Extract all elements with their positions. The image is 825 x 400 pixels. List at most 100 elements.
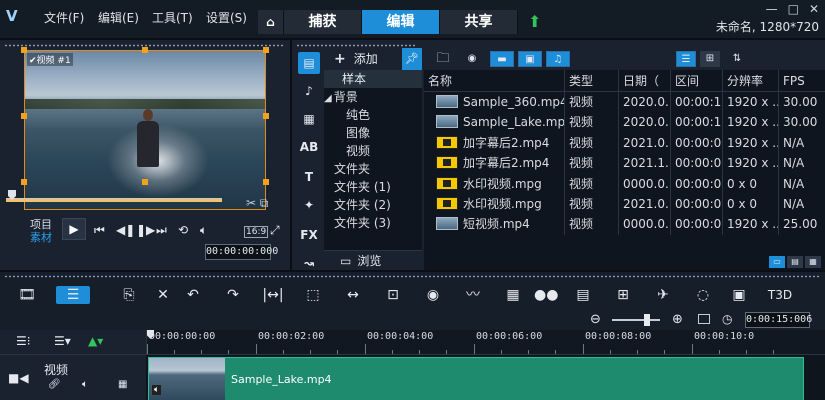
resize-handle-bc[interactable] [142, 179, 148, 185]
smart-fit-icon[interactable]: ⊡ [382, 286, 404, 304]
title-icon[interactable]: T [298, 166, 320, 188]
cue-marker-icon[interactable]: ▲▾ [88, 334, 103, 348]
resize-handle-tr[interactable] [263, 47, 269, 53]
multi-camera-icon[interactable]: ⊞ [612, 286, 634, 304]
tree-item-folder-3[interactable]: 文件夹 (3) [324, 214, 422, 232]
speed-icon[interactable]: ✈ [652, 286, 674, 304]
toolbar-grip[interactable] [4, 275, 820, 278]
library-grip[interactable] [296, 44, 416, 47]
menu-tools[interactable]: 工具(T) [152, 9, 193, 26]
track-area[interactable]: 🔈︎ Sample_Lake.mp4 [146, 355, 825, 400]
preview-scrubber[interactable] [6, 190, 222, 202]
zoom-in-icon[interactable]: ⊕ [672, 312, 683, 327]
mode-project[interactable]: 项目 [30, 218, 52, 231]
play-button[interactable]: ▶ [62, 218, 86, 240]
tools-icon[interactable]: ✕ [152, 286, 174, 304]
tree-item-folder[interactable]: 文件夹 [324, 160, 422, 178]
view-large-icon[interactable]: ▭ [769, 256, 785, 268]
split-scissors-icon[interactable]: ✂ ⧉ [246, 196, 268, 211]
col-fps[interactable]: FPS [778, 70, 825, 91]
preview-frame[interactable]: ✔视频 #1 [24, 50, 266, 210]
list-item[interactable]: 加字幕后2.mp4 视频2021.1...00:00:0...1920 x ...… [424, 153, 825, 174]
stop-motion-icon[interactable]: ▣ [728, 286, 750, 304]
home-icon[interactable]: ⌂ [258, 10, 284, 34]
undo-icon[interactable]: ↶ [182, 286, 204, 304]
project-duration[interactable]: 0:00:15:006 [745, 312, 812, 328]
redo-icon[interactable]: ↷ [222, 286, 244, 304]
resize-handle-tl[interactable] [21, 47, 27, 53]
tree-item-folder-2[interactable]: 文件夹 (2) [324, 196, 422, 214]
time-remap-icon[interactable]: ◌ [692, 286, 714, 304]
import-folder-icon[interactable]: 🗀︎ [434, 51, 452, 67]
transition-icon[interactable]: ▦ [298, 108, 320, 130]
tab-capture[interactable]: 捕获 [284, 10, 362, 34]
sort-icon[interactable]: ⇅ [728, 51, 746, 67]
zoom-slider[interactable] [612, 319, 660, 321]
instant-project-icon[interactable]: ♪ [298, 80, 320, 102]
preview-timecode[interactable]: 00:00:00:000 [205, 244, 278, 260]
list-item[interactable]: Sample_360.mp4视频2020.0...00:00:1...1920 … [424, 92, 825, 113]
zoom-slider-knob[interactable] [644, 314, 650, 326]
overlay-icon[interactable]: AB [298, 136, 320, 158]
thumbnail-view-icon[interactable]: ⊞ [700, 51, 720, 67]
resize-handle-br[interactable] [263, 179, 269, 185]
col-date[interactable]: 日期（ [618, 70, 670, 91]
tree-item-samples[interactable]: ▴样本 [324, 70, 422, 88]
menu-edit[interactable]: 编辑(E) [98, 9, 139, 26]
link-icon[interactable]: 🔗︎ [48, 379, 61, 390]
add-chapter-icon[interactable]: ☰▾ [54, 334, 71, 348]
resize-handle-ml[interactable] [21, 113, 27, 119]
repeat-icon[interactable]: ⟲ [178, 223, 188, 237]
fx-icon[interactable]: FX [298, 224, 320, 246]
show-video-icon[interactable]: ▬ [490, 51, 514, 67]
3d-title-icon[interactable]: T3D [766, 286, 794, 304]
smart-package-icon[interactable]: ⎘ [118, 286, 140, 304]
storyboard-view-icon[interactable]: 🎞︎ [16, 286, 38, 304]
next-frame-icon[interactable]: ❚▶ [136, 223, 155, 237]
menu-settings[interactable]: 设置(S) [206, 9, 247, 26]
fit-timeline-icon[interactable]: |↔| [262, 286, 284, 304]
audio-mixer-icon[interactable]: 〰 [462, 286, 484, 304]
end-icon[interactable]: ⏭ [156, 223, 167, 238]
zoom-out-icon[interactable]: ⊖ [590, 312, 601, 327]
list-item[interactable]: 水印视频.mpg 视频2021.0...00:00:0...0 x 0N/A [424, 193, 825, 215]
show-photo-icon[interactable]: ▣ [518, 51, 542, 67]
tab-edit[interactable]: 编辑 [362, 10, 440, 34]
fit-project-icon[interactable] [698, 314, 710, 324]
motion-tracking-icon[interactable]: ▦ [502, 286, 524, 304]
aspect-ratio-badge[interactable]: 16:9 [244, 226, 269, 238]
upload-arrow-icon[interactable]: ⬆ [528, 12, 544, 31]
track-manager-icon[interactable]: ☰⁝ [16, 334, 31, 348]
tree-item-backgrounds[interactable]: ◢ 背景 [324, 88, 422, 106]
list-view-icon[interactable]: ☰ [676, 51, 696, 67]
ripple-edit-icon[interactable]: ↔ [342, 286, 364, 304]
close-icon[interactable]: ✕ [809, 2, 819, 16]
col-name[interactable]: 名称 [424, 70, 564, 91]
zoom-fit-icon[interactable]: ⬚ [302, 286, 324, 304]
record-capture-icon[interactable]: ◉ [464, 51, 480, 67]
add-folder-button[interactable]: + 添加 📌︎ [324, 48, 422, 70]
list-item[interactable]: 水印视频.mpg 视频0000.0...00:00:0...0 x 0N/A [424, 173, 825, 194]
grid-icon[interactable]: ▦ [118, 379, 127, 390]
home-start-icon[interactable]: ⏮ [94, 223, 105, 238]
volume-icon[interactable]: 🔈︎ [200, 223, 207, 238]
record-voiceover-icon[interactable]: ◉ [422, 286, 444, 304]
browse-button[interactable]: ▭ 浏览 [324, 250, 422, 270]
tree-item-folder-1[interactable]: 文件夹 (1) [324, 178, 422, 196]
graphics-icon[interactable]: ✦ [298, 194, 320, 216]
list-item[interactable]: Sample_Lake.mp4视频2020.0...00:00:1...1920… [424, 112, 825, 133]
subtitle-editor-icon[interactable]: ▤ [572, 286, 594, 304]
prev-frame-icon[interactable]: ◀❚ [116, 223, 135, 237]
play-mode[interactable]: 项目 素材 [30, 218, 52, 244]
resize-handle-tc[interactable] [142, 47, 148, 53]
resize-handle-bl[interactable] [21, 179, 27, 185]
menu-file[interactable]: 文件(F) [44, 9, 84, 26]
col-resolution[interactable]: 分辨率 [722, 70, 778, 91]
timeline-view-icon[interactable]: ☰ [56, 286, 90, 304]
timeline-clip[interactable]: 🔈︎ Sample_Lake.mp4 [148, 357, 804, 400]
tree-item-video[interactable]: 视频 [324, 142, 422, 160]
mode-clip[interactable]: 素材 [30, 231, 52, 244]
resize-handle-mr[interactable] [263, 113, 269, 119]
list-item[interactable]: 短视频.mp4 视频0000.0...00:00:0...1920 x ...25… [424, 214, 825, 235]
minimize-icon[interactable]: — [766, 2, 778, 16]
